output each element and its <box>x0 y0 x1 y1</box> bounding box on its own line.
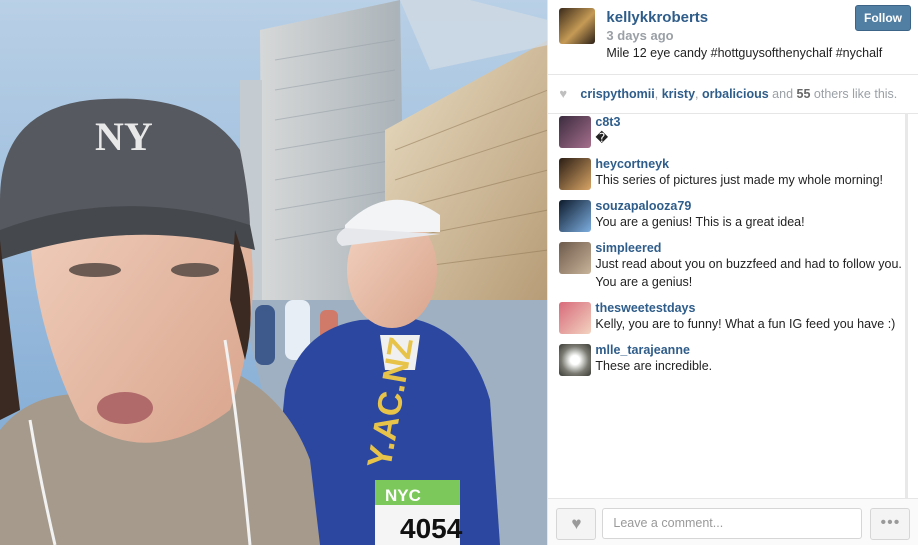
comments-list[interactable]: c8t3 � heycortneyk This series of pictur… <box>548 113 903 498</box>
liker-link[interactable]: orbalicious <box>702 87 769 101</box>
commenter-avatar[interactable] <box>559 242 592 274</box>
more-icon: ••• <box>880 514 901 531</box>
follow-button[interactable]: Follow <box>855 5 911 31</box>
commenter-avatar[interactable] <box>559 302 592 334</box>
commenter-avatar[interactable] <box>559 158 592 190</box>
likes-and: and <box>772 87 794 101</box>
commenter-username[interactable]: mlle_tarajeanne <box>595 341 903 357</box>
heart-icon: ♥ <box>571 514 582 533</box>
post-header: kellykkroberts 3 days ago Mile 12 eye ca… <box>548 0 918 75</box>
likes-summary: ♥ crispythomii, kristy, orbalicious and … <box>548 75 918 114</box>
comments-scrollbar[interactable] <box>905 113 908 498</box>
comment-text: You are a genius! This is a great idea! <box>595 215 805 229</box>
liker-link[interactable]: crispythomii <box>580 87 654 101</box>
comment-text: These are incredible. <box>595 359 713 373</box>
post-photo[interactable]: Y.AC.NZ NYC 4054 NY <box>0 0 548 545</box>
bib-number-text: 4054 <box>400 513 463 544</box>
post-caption: Mile 12 eye candy #hottguysofthenychalf … <box>606 46 883 60</box>
photo-scene: Y.AC.NZ NYC 4054 NY <box>0 0 548 545</box>
instagram-post-view: Y.AC.NZ NYC 4054 NY kellykkroberts 3 day… <box>0 0 918 545</box>
comment-item: simpleered Just read about you on buzzfe… <box>548 239 903 291</box>
commenter-username[interactable]: simpleered <box>595 239 903 255</box>
liker-link[interactable]: kristy <box>662 87 695 101</box>
author-avatar[interactable] <box>559 8 596 44</box>
comment-item: mlle_tarajeanne These are incredible. <box>548 341 903 376</box>
comment-item: heycortneyk This series of pictures just… <box>548 155 903 190</box>
post-time[interactable]: 3 days ago <box>606 28 673 43</box>
comment-text: � <box>595 131 609 145</box>
likes-suffix: others like this. <box>813 87 898 101</box>
more-options-button[interactable]: ••• <box>870 508 911 540</box>
commenter-avatar[interactable] <box>559 116 592 148</box>
commenter-username[interactable]: c8t3 <box>595 113 903 129</box>
comment-text: Just read about you on buzzfeed and had … <box>595 257 902 289</box>
commenter-username[interactable]: souzapalooza79 <box>595 197 903 213</box>
bib-top-text: NYC <box>385 486 421 505</box>
commenter-avatar[interactable] <box>559 344 592 376</box>
author-username[interactable]: kellykkroberts <box>606 9 708 26</box>
comment-text: Kelly, you are to funny! What a fun IG f… <box>595 317 896 331</box>
comment-item: c8t3 � <box>548 113 903 148</box>
cap-logo-text: NY <box>95 114 153 159</box>
comment-item: thesweetestdays Kelly, you are to funny!… <box>548 299 903 334</box>
comment-text: This series of pictures just made my who… <box>595 173 884 187</box>
heart-icon: ♥ <box>559 86 568 101</box>
commenter-avatar[interactable] <box>559 200 592 232</box>
commenter-username[interactable]: thesweetestdays <box>595 299 903 315</box>
comment-input[interactable]: Leave a comment... <box>602 508 863 539</box>
post-details-panel: kellykkroberts 3 days ago Mile 12 eye ca… <box>547 0 918 545</box>
comment-footer: ♥ Leave a comment... ••• <box>548 498 918 545</box>
likes-count[interactable]: 55 <box>797 87 811 101</box>
commenter-username[interactable]: heycortneyk <box>595 155 903 171</box>
like-button[interactable]: ♥ <box>556 508 597 540</box>
comment-item: souzapalooza79 You are a genius! This is… <box>548 197 903 232</box>
